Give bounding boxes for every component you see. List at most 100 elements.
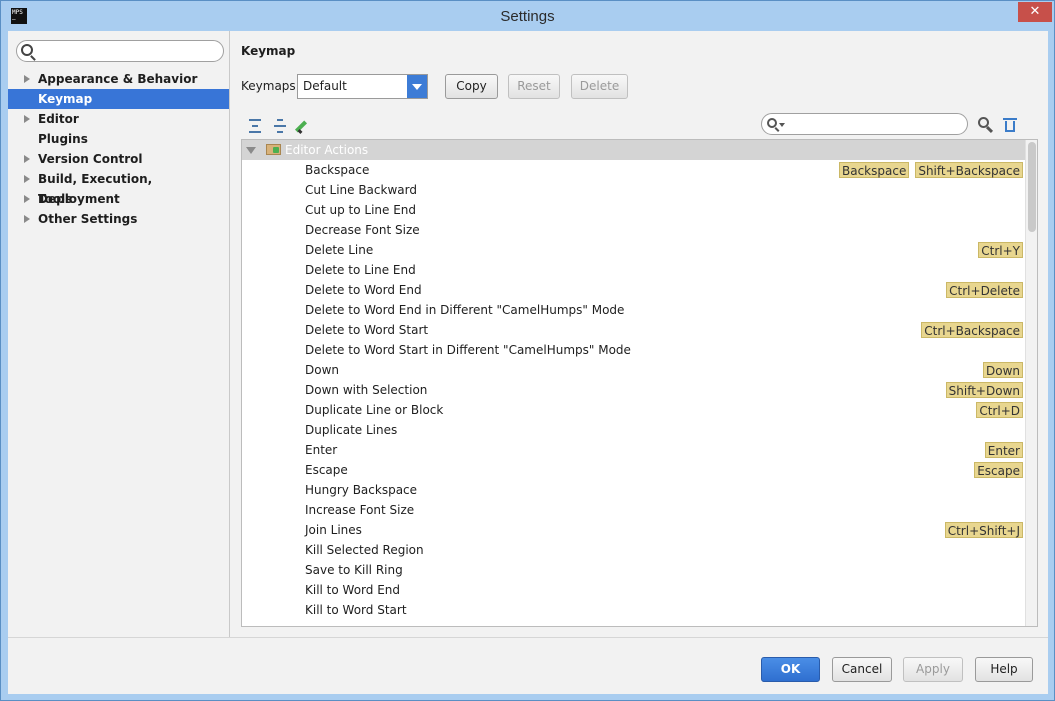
table-row[interactable]: Delete Line Ctrl+Y <box>242 240 1025 260</box>
action-name: Delete Line <box>305 243 374 257</box>
shortcut-badge: Ctrl+Backspace <box>921 322 1023 338</box>
sidebar-item-label: Appearance & Behavior <box>38 72 198 86</box>
table-row[interactable]: Cut Line Backward <box>242 180 1025 200</box>
action-name: Delete to Line End <box>305 263 416 277</box>
table-row[interactable]: Hungry Backspace <box>242 480 1025 500</box>
table-row[interactable]: Kill to Word Start <box>242 600 1025 620</box>
table-row[interactable]: Increase Font Size <box>242 500 1025 520</box>
table-row[interactable]: Duplicate Line or Block Ctrl+D <box>242 400 1025 420</box>
clear-filter-icon[interactable] <box>1003 117 1017 133</box>
expand-triangle-icon[interactable] <box>24 155 30 163</box>
settings-search[interactable] <box>16 40 224 62</box>
table-row[interactable]: Delete to Word End in Different "CamelHu… <box>242 300 1025 320</box>
action-name: Delete to Word End in Different "CamelHu… <box>305 303 625 317</box>
keymap-action-list[interactable]: Editor Actions Backspace Backspace Shift+B… <box>241 139 1038 627</box>
expand-triangle-icon[interactable] <box>24 115 30 123</box>
action-name: Cut up to Line End <box>305 203 417 217</box>
expand-triangle-icon[interactable] <box>24 175 30 183</box>
cancel-button[interactable]: Cancel <box>832 657 892 682</box>
action-name: Delete to Word Start in Different "Camel… <box>305 343 631 357</box>
chevron-down-icon[interactable] <box>407 75 427 98</box>
table-row[interactable]: Down with Selection Shift+Down <box>242 380 1025 400</box>
find-by-shortcut-icon[interactable] <box>977 116 995 134</box>
sidebar-item-tools[interactable]: Tools <box>8 189 229 209</box>
table-row[interactable]: Delete to Word Start in Different "Camel… <box>242 340 1025 360</box>
table-row[interactable]: Delete to Line End <box>242 260 1025 280</box>
search-icon <box>21 44 33 56</box>
action-name: Cut Line Backward <box>305 183 417 197</box>
shortcut-badge: Enter <box>984 442 1023 458</box>
settings-search-input[interactable] <box>37 42 217 60</box>
action-name: Backspace <box>305 163 370 177</box>
table-row[interactable]: Delete to Word Start Ctrl+Backspace <box>242 320 1025 340</box>
action-name: Kill to Word End <box>305 583 401 597</box>
edit-icon[interactable] <box>296 118 312 134</box>
group-label: Editor Actions <box>285 143 369 157</box>
shortcut-badge: Backspace <box>838 162 910 178</box>
shortcut-list: Ctrl+Backspace <box>921 322 1023 338</box>
shortcut-badge: Ctrl+Shift+J <box>944 522 1023 538</box>
table-row[interactable]: Escape Escape <box>242 460 1025 480</box>
search-icon <box>767 118 777 128</box>
scrollbar-thumb[interactable] <box>1028 142 1036 232</box>
sidebar-item-version-control[interactable]: Version Control <box>8 149 229 169</box>
table-row[interactable]: Enter Enter <box>242 440 1025 460</box>
action-name: Hungry Backspace <box>305 483 418 497</box>
table-row[interactable]: Duplicate Lines <box>242 420 1025 440</box>
action-name: Delete to Word Start <box>305 323 429 337</box>
close-button[interactable]: ✕ <box>1018 2 1052 22</box>
delete-button[interactable]: Delete <box>571 74 628 99</box>
settings-sidebar: Appearance & Behavior Keymap Editor Plugins… <box>8 31 230 637</box>
sidebar-item-appearance-behavior[interactable]: Appearance & Behavior <box>8 69 229 89</box>
shortcut-badge: Shift+Backspace <box>915 162 1023 178</box>
shortcut-badge: Shift+Down <box>945 382 1023 398</box>
dialog-footer: OK Cancel Apply Help <box>8 637 1048 694</box>
search-history-icon[interactable] <box>779 123 785 127</box>
shortcut-list: Ctrl+D <box>976 402 1023 418</box>
table-row[interactable]: Join Lines Ctrl+Shift+J <box>242 520 1025 540</box>
shortcut-list: Ctrl+Delete <box>946 282 1023 298</box>
table-row[interactable]: Kill Selected Region <box>242 540 1025 560</box>
title-bar: MPS — Settings ✕ <box>1 1 1054 31</box>
table-row[interactable]: Save to Kill Ring <box>242 560 1025 580</box>
expand-triangle-icon[interactable] <box>24 195 30 203</box>
shortcut-badge: Down <box>982 362 1023 378</box>
ok-button[interactable]: OK <box>761 657 820 682</box>
vertical-scrollbar[interactable] <box>1025 140 1037 626</box>
keymap-select[interactable]: Default <box>297 74 428 99</box>
help-button[interactable]: Help <box>975 657 1033 682</box>
shortcut-list: Shift+Down <box>945 382 1023 398</box>
shortcut-list: Backspace Shift+Backspace <box>838 162 1023 178</box>
table-row[interactable]: Delete to Word End Ctrl+Delete <box>242 280 1025 300</box>
table-row[interactable]: Decrease Font Size <box>242 220 1025 240</box>
sidebar-item-label: Keymap <box>38 92 93 106</box>
action-name: Join Lines <box>305 523 362 537</box>
table-row[interactable]: Cut up to Line End <box>242 200 1025 220</box>
sidebar-item-plugins[interactable]: Plugins <box>8 129 229 149</box>
collapse-all-icon[interactable] <box>272 118 288 134</box>
sidebar-item-other-settings[interactable]: Other Settings <box>8 209 229 229</box>
reset-button[interactable]: Reset <box>508 74 560 99</box>
expand-triangle-icon[interactable] <box>24 215 30 223</box>
expand-triangle-icon[interactable] <box>246 147 256 154</box>
page-title: Keymap <box>241 44 296 58</box>
expand-triangle-icon[interactable] <box>24 75 30 83</box>
action-name: Delete to Word End <box>305 283 422 297</box>
sidebar-item-editor[interactable]: Editor <box>8 109 229 129</box>
shortcut-badge: Ctrl+Delete <box>946 282 1023 298</box>
sidebar-item-build-execution-deployment[interactable]: Build, Execution, Deployment <box>8 169 229 206</box>
dialog-body: Appearance & Behavior Keymap Editor Plugins… <box>8 31 1048 694</box>
table-row[interactable]: Backspace Backspace Shift+Backspace <box>242 160 1025 180</box>
keymap-filter-input[interactable] <box>788 115 958 133</box>
sidebar-item-keymap[interactable]: Keymap <box>8 89 229 109</box>
expand-all-icon[interactable] <box>247 118 263 134</box>
keymap-filter[interactable] <box>761 113 968 135</box>
settings-window: MPS — Settings ✕ Appearance & Behavior Ke… <box>0 0 1055 701</box>
table-row[interactable]: Kill to Word End <box>242 580 1025 600</box>
copy-button[interactable]: Copy <box>445 74 498 99</box>
group-row-editor-actions[interactable]: Editor Actions <box>242 140 1025 160</box>
close-icon: ✕ <box>1029 4 1041 19</box>
apply-button[interactable]: Apply <box>903 657 963 682</box>
table-row[interactable]: Down Down <box>242 360 1025 380</box>
shortcut-list: Enter <box>984 442 1023 458</box>
